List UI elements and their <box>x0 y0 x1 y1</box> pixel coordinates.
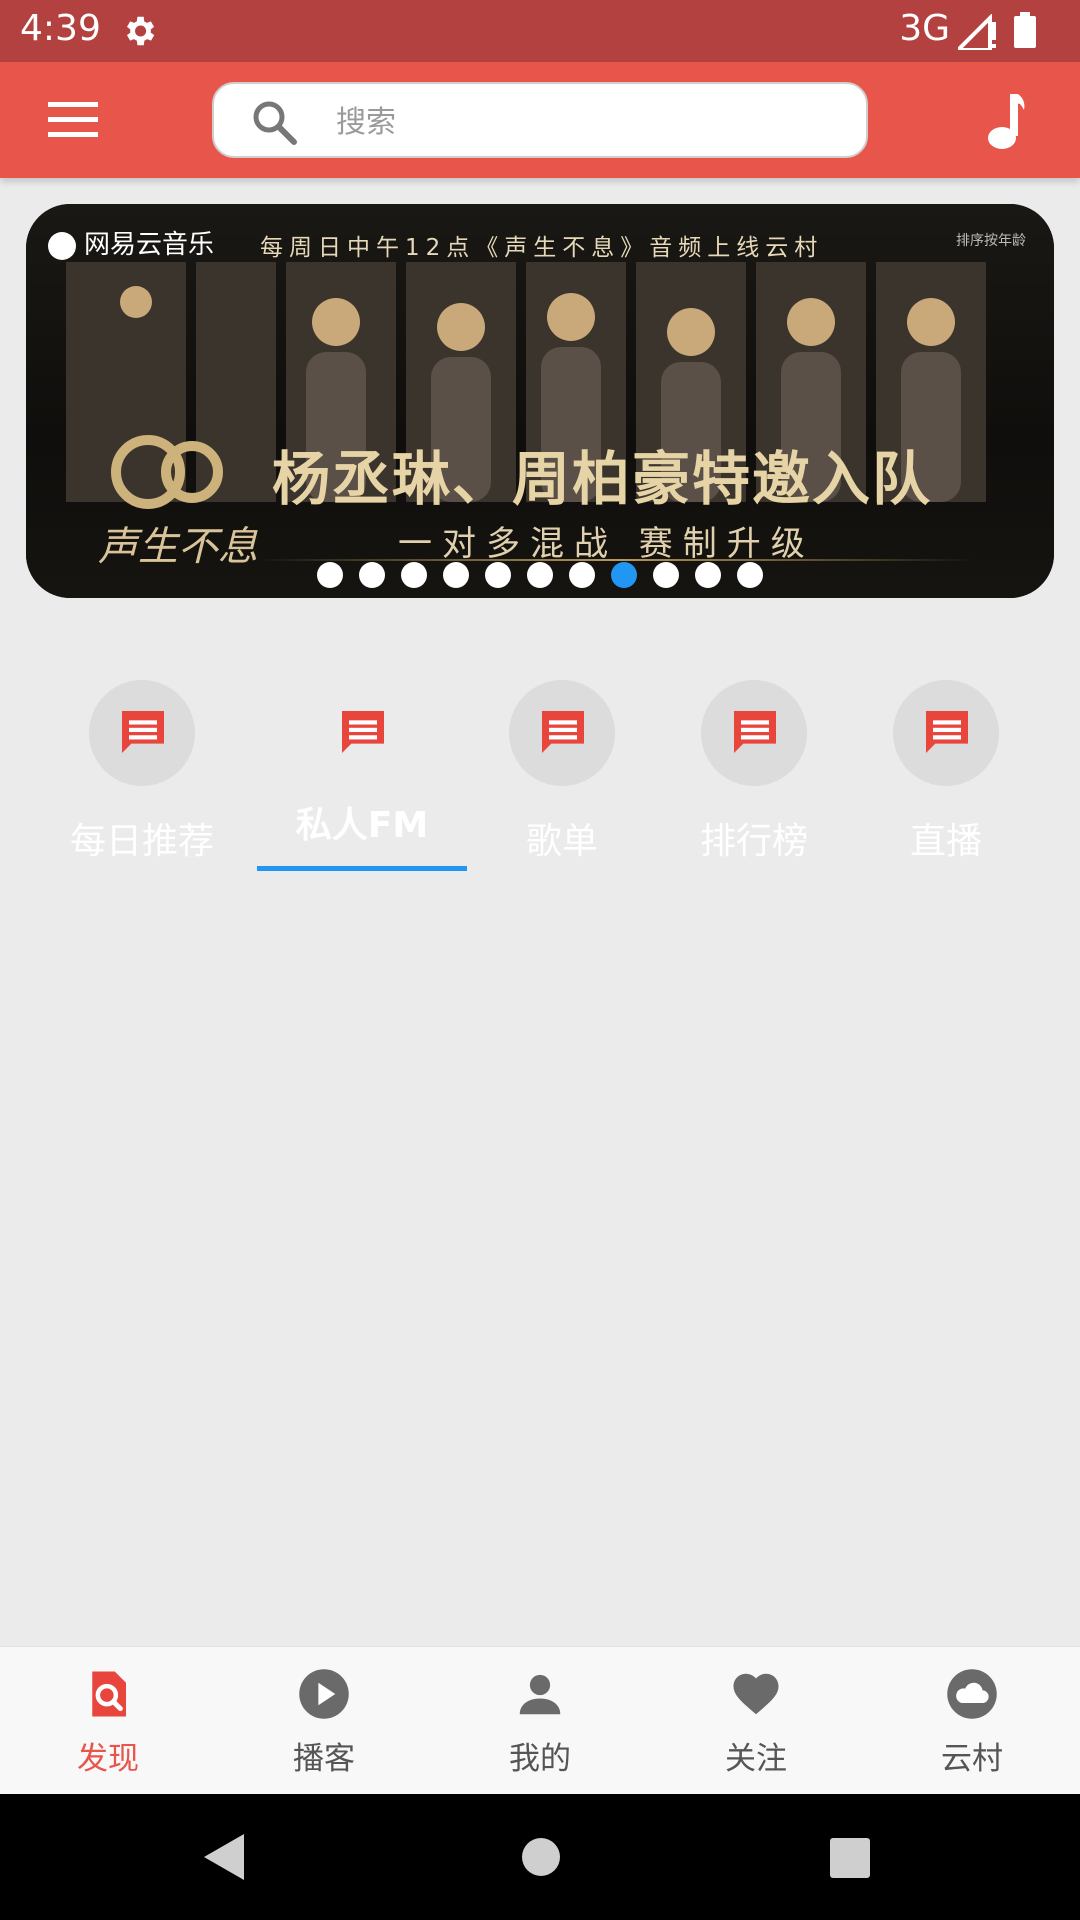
banner-dot[interactable] <box>653 562 679 588</box>
recents-icon[interactable] <box>830 1838 870 1878</box>
banner-dot[interactable] <box>443 562 469 588</box>
category-charts[interactable]: 排行榜 <box>654 670 854 864</box>
message-icon <box>342 711 384 753</box>
category-label: 私人FM <box>295 805 429 846</box>
banner-dot[interactable] <box>317 562 343 588</box>
status-time: 4:39 <box>20 8 101 49</box>
heart-icon <box>733 1673 779 1715</box>
category-label: 歌单 <box>525 821 598 862</box>
nav-podcast[interactable]: 播客 <box>244 1667 404 1778</box>
nav-mine[interactable]: 我的 <box>460 1667 620 1778</box>
banner-brand-text: 网易云音乐 <box>84 230 215 260</box>
category-icon-bg <box>89 680 195 786</box>
play-icon <box>299 1669 349 1719</box>
message-icon <box>734 711 776 753</box>
app-bar <box>0 62 1080 178</box>
discover-icon <box>92 1671 126 1717</box>
status-bar: 4:39 3G <box>0 0 1080 62</box>
category-row: 每日推荐 私人FM 歌单 排行榜 直播 <box>0 670 1080 880</box>
banner-brand: 网易云音乐 <box>48 224 214 261</box>
music-note-icon[interactable] <box>986 94 1028 150</box>
banner-dot[interactable] <box>401 562 427 588</box>
bottom-nav: 发现 播客 我的 关注 云村 <box>0 1646 1080 1795</box>
banner-dot[interactable] <box>569 562 595 588</box>
message-icon <box>122 711 164 753</box>
category-label: 直播 <box>909 821 982 862</box>
category-icon-bg <box>509 680 615 786</box>
banner-sub-text: 一对多混战 赛制升级 <box>398 524 815 564</box>
signal-icon <box>958 14 996 50</box>
settings-gear-icon <box>126 16 155 46</box>
banner-dot[interactable] <box>695 562 721 588</box>
show-infinity-logo-icon <box>111 435 223 509</box>
nav-label: 关注 <box>725 1741 787 1777</box>
home-icon[interactable] <box>522 1838 560 1876</box>
banner-headline: 每周日中午12点《声生不息》音频上线云村 <box>260 235 824 261</box>
nav-label: 我的 <box>509 1741 571 1777</box>
menu-icon[interactable] <box>48 102 98 138</box>
system-nav-bar <box>0 1794 1080 1920</box>
message-icon <box>926 711 968 753</box>
promo-banner[interactable]: 网易云音乐 每周日中午12点《声生不息》音频上线云村 排序按年龄 声生不息 杨丞… <box>26 204 1054 598</box>
banner-age-note: 排序按年龄 <box>956 233 1026 249</box>
category-icon-bg <box>309 680 415 786</box>
active-tab-indicator <box>257 866 467 871</box>
banner-dot[interactable] <box>527 562 553 588</box>
nav-label: 云村 <box>941 1741 1003 1777</box>
nav-follow[interactable]: 关注 <box>676 1667 836 1778</box>
category-playlist[interactable]: 歌单 <box>462 670 662 864</box>
banner-dot[interactable] <box>359 562 385 588</box>
banner-dot[interactable] <box>485 562 511 588</box>
category-label: 每日推荐 <box>69 821 214 862</box>
category-daily-recommend[interactable]: 每日推荐 <box>42 670 242 864</box>
nav-discover[interactable]: 发现 <box>28 1667 188 1778</box>
network-type: 3G <box>899 8 950 49</box>
back-icon[interactable] <box>204 1834 244 1880</box>
banner-dot[interactable] <box>611 562 637 588</box>
message-icon <box>542 711 584 753</box>
battery-icon <box>1014 12 1036 48</box>
nav-label: 发现 <box>77 1741 139 1777</box>
nav-cloud-village[interactable]: 云村 <box>892 1667 1052 1778</box>
cloud-icon <box>947 1669 997 1719</box>
category-personal-fm[interactable]: 私人FM <box>262 670 462 848</box>
category-icon-bg <box>701 680 807 786</box>
search-input[interactable] <box>334 96 838 148</box>
netease-logo-icon <box>48 231 76 260</box>
search-icon <box>253 101 297 145</box>
person-icon <box>519 1674 561 1715</box>
banner-dot[interactable] <box>737 562 763 588</box>
nav-label: 播客 <box>293 1741 355 1777</box>
category-live[interactable]: 直播 <box>846 670 1046 864</box>
banner-page-indicator <box>26 562 1054 592</box>
category-icon-bg <box>893 680 999 786</box>
category-label: 排行榜 <box>699 821 808 862</box>
banner-main-text: 杨丞琳、周柏豪特邀入队 <box>272 445 933 513</box>
search-bar[interactable] <box>212 82 868 158</box>
